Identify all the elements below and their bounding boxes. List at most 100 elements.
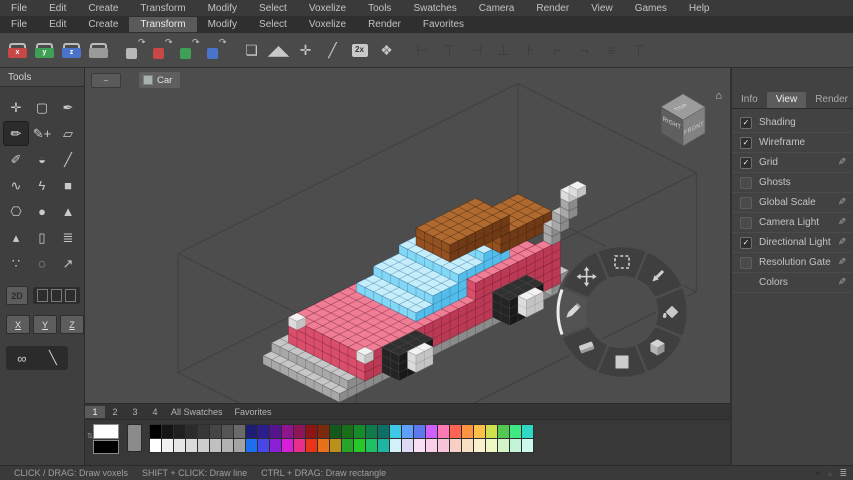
palette-swatch[interactable] bbox=[222, 439, 233, 452]
turn-free-button[interactable] bbox=[85, 37, 112, 64]
brush-tool[interactable]: ✐ bbox=[3, 147, 29, 172]
palette-swatch[interactable] bbox=[258, 425, 269, 438]
tab-render[interactable]: Render bbox=[806, 92, 853, 108]
menu-file[interactable]: File bbox=[0, 1, 38, 16]
menu-select[interactable]: Select bbox=[248, 17, 298, 32]
palette-swatch[interactable] bbox=[450, 425, 461, 438]
nav-cube[interactable]: TOP RIGHT FRONT bbox=[652, 86, 714, 152]
palette-swatch[interactable] bbox=[330, 425, 341, 438]
palette-swatch[interactable] bbox=[282, 425, 293, 438]
menu-modify[interactable]: Modify bbox=[197, 1, 248, 16]
palette-swatch[interactable] bbox=[186, 425, 197, 438]
box-tool[interactable]: ⎔ bbox=[3, 199, 29, 224]
checkbox-camera-light[interactable] bbox=[740, 217, 752, 229]
palette-swatch[interactable] bbox=[318, 425, 329, 438]
palette-swatch[interactable] bbox=[366, 439, 377, 452]
palette-swatch[interactable] bbox=[294, 439, 305, 452]
shear-button[interactable]: ╱ bbox=[319, 37, 346, 64]
viewport-collapse-button[interactable]: – bbox=[91, 73, 121, 88]
bucket-tool[interactable]: ◒ bbox=[29, 147, 55, 172]
checkbox-resolution-gate[interactable] bbox=[740, 257, 752, 269]
text-tool[interactable]: ≣ bbox=[55, 225, 81, 250]
freehand-tool[interactable]: ∿ bbox=[3, 173, 29, 198]
palette-swatch[interactable] bbox=[234, 439, 245, 452]
palette-swatch[interactable] bbox=[354, 425, 365, 438]
menu-create[interactable]: Create bbox=[77, 17, 129, 32]
wrap-button[interactable]: ❏ bbox=[238, 37, 265, 64]
polyline-tool[interactable]: ϟ bbox=[29, 173, 55, 198]
menu-render[interactable]: Render bbox=[357, 17, 412, 32]
pyramid-tool[interactable]: ▲ bbox=[55, 199, 81, 224]
slice-y-button[interactable] bbox=[51, 289, 62, 302]
picker-tool[interactable]: ✒ bbox=[55, 95, 81, 120]
slice-z-button[interactable] bbox=[65, 289, 76, 302]
checkbox-shading[interactable]: ✓ bbox=[740, 117, 752, 129]
palette-swatch[interactable] bbox=[222, 425, 233, 438]
palette-swatch[interactable] bbox=[366, 425, 377, 438]
palette-swatch[interactable] bbox=[486, 439, 497, 452]
menu-swatches[interactable]: Swatches bbox=[402, 1, 467, 16]
home-view-icon[interactable]: ⌂ bbox=[715, 90, 722, 102]
turn-x-button[interactable]: x bbox=[4, 37, 31, 64]
swatch-tab-1[interactable]: 1 bbox=[85, 406, 105, 418]
palette-swatch[interactable] bbox=[342, 439, 353, 452]
turn-y-button[interactable]: y bbox=[31, 37, 58, 64]
menu-transform[interactable]: Transform bbox=[129, 17, 196, 32]
menu-edit[interactable]: Edit bbox=[38, 17, 77, 32]
menu-transform[interactable]: Transform bbox=[129, 1, 196, 16]
palette-swatch[interactable] bbox=[150, 439, 161, 452]
menu-edit[interactable]: Edit bbox=[38, 1, 77, 16]
menu-voxelize[interactable]: Voxelize bbox=[298, 17, 357, 32]
edit-pencil-icon[interactable]: ✎ bbox=[838, 257, 846, 268]
palette-swatch[interactable] bbox=[486, 425, 497, 438]
pencil-tool[interactable]: ✏ bbox=[3, 121, 29, 146]
palette-swatch[interactable] bbox=[426, 439, 437, 452]
flip-y-button[interactable]: ↷ bbox=[175, 37, 202, 64]
swatch-tab-all-swatches[interactable]: All Swatches bbox=[165, 406, 229, 418]
tab-view[interactable]: View bbox=[767, 92, 807, 108]
menu-help[interactable]: Help bbox=[678, 1, 721, 16]
flip-button[interactable]: ↷ bbox=[121, 37, 148, 64]
edit-pencil-icon[interactable]: ✎ bbox=[838, 217, 846, 228]
swatch-tab-favorites[interactable]: Favorites bbox=[229, 406, 278, 418]
checkbox-ghosts[interactable] bbox=[740, 177, 752, 189]
swatch-tab-2[interactable]: 2 bbox=[105, 406, 125, 418]
palette-swatch[interactable] bbox=[414, 425, 425, 438]
palette-swatch[interactable] bbox=[402, 425, 413, 438]
palette-swatch[interactable] bbox=[354, 439, 365, 452]
menu-render[interactable]: Render bbox=[525, 1, 580, 16]
palette-swatch[interactable] bbox=[330, 439, 341, 452]
bind-icon[interactable]: ∞ bbox=[17, 351, 26, 366]
palette-swatch[interactable] bbox=[174, 439, 185, 452]
cone-tool[interactable]: ▴ bbox=[3, 225, 29, 250]
palette-swatch[interactable] bbox=[198, 439, 209, 452]
menu-view[interactable]: View bbox=[580, 1, 624, 16]
model-tab-car[interactable]: Car bbox=[139, 72, 180, 88]
pencil-add-tool[interactable]: ✎+ bbox=[29, 121, 55, 146]
checkbox-wireframe[interactable]: ✓ bbox=[740, 137, 752, 149]
swap-colors-icon[interactable]: ⇅ bbox=[87, 432, 93, 440]
palette-swatch[interactable] bbox=[258, 439, 269, 452]
background-color-swatch[interactable] bbox=[93, 440, 119, 454]
wand-tool[interactable]: ◌ bbox=[29, 251, 55, 276]
palette-swatch[interactable] bbox=[150, 425, 161, 438]
palette-swatch[interactable] bbox=[498, 425, 509, 438]
checkbox-directional-light[interactable]: ✓ bbox=[740, 237, 752, 249]
palette-swatch[interactable] bbox=[210, 425, 221, 438]
edit-pencil-icon[interactable]: ✎ bbox=[838, 157, 846, 168]
palette-swatch[interactable] bbox=[246, 439, 257, 452]
eraser-tool[interactable]: ▱ bbox=[55, 121, 81, 146]
palette-swatch[interactable] bbox=[438, 425, 449, 438]
palette-swatch[interactable] bbox=[426, 425, 437, 438]
palette-swatch[interactable] bbox=[498, 439, 509, 452]
palette-swatch[interactable] bbox=[474, 425, 485, 438]
menu-games[interactable]: Games bbox=[624, 1, 678, 16]
slice-x-button[interactable] bbox=[37, 289, 48, 302]
palette-swatch[interactable] bbox=[378, 425, 389, 438]
palette-swatch[interactable] bbox=[174, 425, 185, 438]
scale-2x-button[interactable]: 2x bbox=[346, 37, 373, 64]
rectangle-tool[interactable]: ■ bbox=[55, 173, 81, 198]
palette-swatch[interactable] bbox=[198, 425, 209, 438]
palette-swatch[interactable] bbox=[402, 439, 413, 452]
menu-voxelize[interactable]: Voxelize bbox=[298, 1, 357, 16]
